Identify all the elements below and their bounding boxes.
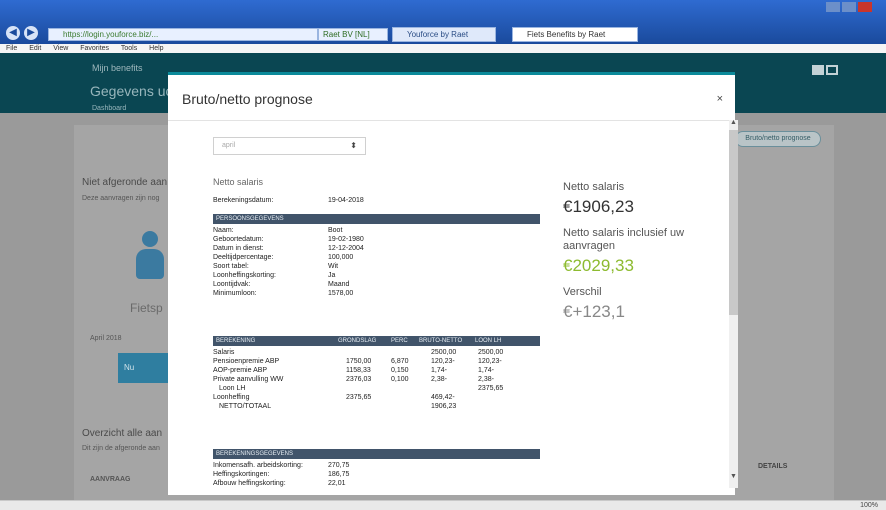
calc-date-label: Berekeningsdatum:: [213, 197, 274, 204]
close-icon[interactable]: ×: [717, 93, 723, 105]
heading-open-requests: Niet afgeronde aan: [82, 177, 168, 188]
table-row: AOP-premie ABP 1158,33 0,150 1,74- 1,74-: [213, 367, 494, 374]
browser-chrome: ◀ ▶ https://login.youforce.biz/... Raet …: [0, 0, 886, 53]
close-window-icon[interactable]: [858, 2, 872, 12]
calc-info-list: Inkomensafh. arbeidskorting: 270,75 Heffi…: [213, 461, 540, 488]
grid-icon[interactable]: [826, 65, 838, 75]
netto-incl-label: Netto salaris inclusief uw aanvragen: [563, 227, 685, 252]
page-title: Gegevens uc: [90, 83, 173, 99]
modal-title: Bruto/netto prognose: [182, 91, 313, 107]
chevron-down-icon: ⬍: [350, 141, 357, 150]
brand[interactable]: Mijn benefits: [92, 63, 143, 73]
date-label: April 2018: [90, 335, 122, 342]
calc-info-header: BEREKENINGSGEGEVENS: [213, 449, 540, 459]
list-item: Datum in dienst: 12-12-2004: [213, 245, 364, 252]
menu-edit[interactable]: Edit: [29, 45, 41, 52]
list-item: Geboortedatum: 19-02-1980: [213, 236, 364, 243]
menu-tools[interactable]: Tools: [121, 45, 137, 52]
col-berekening: BEREKENING: [216, 338, 256, 344]
list-item: Soort tabel: Wit: [213, 263, 339, 270]
list-item: Heffingskortingen: 186,75: [213, 471, 350, 478]
menu-file[interactable]: File: [6, 45, 17, 52]
table-row: Salaris 2500,00 2500,00: [213, 349, 504, 356]
back-icon[interactable]: ◀: [6, 26, 20, 40]
table-row: Pensioenpremie ABP 1750,00 6,870 120,23-…: [213, 358, 502, 365]
difference-label: Verschil: [563, 286, 602, 298]
security-badge[interactable]: Raet BV [NL]: [318, 28, 388, 41]
scroll-up-icon[interactable]: ▲: [729, 118, 738, 127]
menu-bar: File Edit View Favorites Tools Help: [0, 44, 886, 53]
bicycle-figure-icon: [130, 231, 170, 291]
difference-value: €+123,1: [563, 302, 625, 321]
list-item: Minimumloon: 1578,00: [213, 290, 354, 297]
tab-youforce[interactable]: Youforce by Raet: [392, 27, 496, 42]
scrollbar-thumb[interactable]: [729, 130, 738, 315]
netto-incl-value: €2029,33: [563, 256, 634, 275]
start-request-button[interactable]: Nu: [118, 353, 170, 383]
list-item: Naam: Boot: [213, 227, 343, 234]
personal-list: Naam: Boot Geboortedatum: 19-02-1980 Datum…: [213, 226, 540, 298]
col-aanvraag: AANVRAAG: [90, 476, 131, 483]
maximize-icon[interactable]: [842, 2, 856, 12]
minimize-icon[interactable]: [826, 2, 840, 12]
list-item: Loonheffingskorting: Ja: [213, 272, 336, 279]
forward-icon[interactable]: ▶: [24, 26, 38, 40]
breadcrumb[interactable]: Dashboard: [92, 105, 126, 112]
tab-fiets-benefits[interactable]: Fiets Benefits by Raet: [512, 27, 638, 42]
bruto-netto-button[interactable]: Bruto/netto prognose: [735, 131, 821, 147]
section-title: Netto salaris: [213, 177, 264, 187]
menu-help[interactable]: Help: [149, 45, 163, 52]
salary-summary: Netto salaris €1906,23 Netto salaris inc…: [563, 181, 733, 332]
all-requests-text: Dit zijn de afgeronde aan: [82, 445, 160, 452]
calc-date-value: 19-04-2018: [328, 197, 364, 204]
list-item: Inkomensafh. arbeidskorting: 270,75: [213, 462, 350, 469]
col-details: DETAILS: [758, 463, 788, 470]
figure-label: Fietsp: [130, 301, 163, 315]
calc-header: BEREKENING GRONDSLAG PERC BRUTO-NETTO LO…: [213, 336, 540, 346]
period-select[interactable]: april ⬍: [213, 137, 366, 155]
browser-status-bar: 100%: [0, 500, 886, 510]
netto-label: Netto salaris: [563, 181, 625, 193]
chat-icon[interactable]: [812, 65, 824, 75]
window-controls: [824, 2, 880, 14]
col-grondslag: GRONDSLAG: [338, 338, 377, 344]
menu-view[interactable]: View: [53, 45, 68, 52]
col-bruto-netto: BRUTO-NETTO: [419, 338, 463, 344]
list-item: Loontijdvak: Maand: [213, 281, 350, 288]
table-row: Loon LH 2375,65: [219, 385, 504, 392]
bruto-netto-modal: Bruto/netto prognose × april ⬍ Netto sal…: [168, 72, 735, 495]
menu-favorites[interactable]: Favorites: [80, 45, 109, 52]
col-perc: PERC: [391, 338, 408, 344]
list-item: Afbouw heffingskorting: 22,01: [213, 480, 346, 487]
list-item: Deeltijdpercentage: 100,000: [213, 254, 354, 261]
table-row: Loonheffing 2375,65 469,42-: [213, 394, 455, 401]
netto-value: €1906,23: [563, 197, 634, 216]
modal-divider: [168, 120, 735, 121]
period-select-value: april: [222, 142, 236, 149]
calc-table: Salaris 2500,00 2500,00 Pensioenpremie A…: [213, 348, 540, 411]
col-loon-lh: LOON LH: [475, 338, 502, 344]
modal-scrollbar[interactable]: [729, 120, 738, 488]
scroll-down-icon[interactable]: ▼: [729, 472, 738, 481]
heading-all-requests: Overzicht alle aan: [82, 428, 163, 439]
table-row: NETTO/TOTAAL 1906,23: [219, 403, 457, 410]
zoom-level[interactable]: 100%: [860, 502, 878, 509]
table-row: Private aanvulling WW 2376,03 0,100 2,38…: [213, 376, 494, 383]
address-bar[interactable]: https://login.youforce.biz/...: [48, 28, 318, 41]
personal-header: PERSOONSGEGEVENS: [213, 214, 540, 224]
open-requests-text: Deze aanvragen zijn nog: [82, 195, 160, 202]
